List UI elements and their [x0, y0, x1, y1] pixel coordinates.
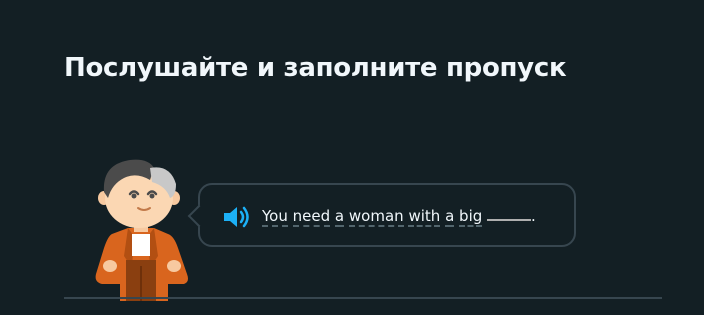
answer-blank[interactable]	[487, 205, 532, 221]
challenge-title: Послушайте и заполните пропуск	[64, 53, 567, 83]
word-token[interactable]: a	[445, 207, 455, 227]
challenge-page: Послушайте и заполните пропуск You need …	[0, 0, 704, 315]
word-token[interactable]: woman	[348, 207, 404, 227]
word-token[interactable]: a	[334, 207, 345, 227]
character-avatar	[95, 159, 188, 301]
word-token[interactable]: with	[408, 207, 441, 227]
sentence-punctuation: .	[531, 207, 536, 225]
word-token[interactable]: need	[292, 207, 331, 227]
speaker-icon[interactable]	[222, 205, 252, 229]
speech-bubble-tail	[187, 204, 211, 228]
word-token[interactable]: big	[459, 207, 483, 227]
sentence: You need a woman with a big .	[262, 203, 536, 229]
speech-bubble: You need a woman with a big .	[187, 183, 576, 247]
divider	[64, 297, 662, 299]
word-token[interactable]: You	[262, 207, 288, 227]
